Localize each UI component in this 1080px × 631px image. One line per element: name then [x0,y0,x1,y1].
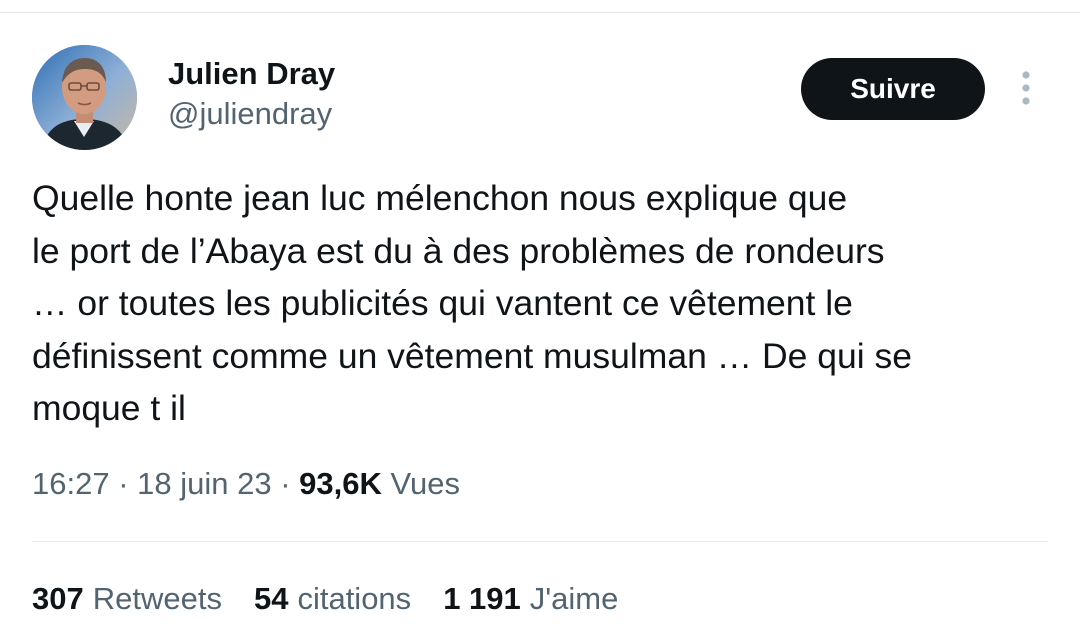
likes-stat[interactable]: 1 191 J'aime [443,581,618,617]
stats-divider [32,541,1048,542]
retweets-label: Retweets [92,581,222,616]
views-label-text: Vues [390,466,461,501]
likes-count: 1 191 [443,581,521,616]
avatar-image [32,45,137,150]
tweet-meta: 16:27 · 18 juin 23 · 93,6K Vues [32,466,460,502]
user-handle[interactable]: @juliendray [168,96,332,132]
tweet-date[interactable]: 18 juin 23 [137,466,271,501]
tweet-text: Quelle honte jean luc mélenchon nous exp… [32,178,913,428]
views-count: 93,6K [299,466,382,501]
more-vertical-icon[interactable] [1013,70,1039,108]
quotes-stat[interactable]: 54 citations [254,581,411,617]
retweets-count: 307 [32,581,84,616]
follow-button[interactable]: Suivre [801,58,985,120]
top-divider [0,12,1080,13]
retweets-stat[interactable]: 307 Retweets [32,581,222,617]
meta-separator: · [271,466,300,501]
likes-label: J'aime [529,581,619,616]
meta-separator: · [109,466,138,501]
quotes-count: 54 [253,581,289,616]
engagement-stats: 307 Retweets 54 citations 1 191 J'aime [32,581,650,617]
display-name[interactable]: Julien Dray [168,56,335,92]
tweet-time[interactable]: 16:27 [32,466,110,501]
avatar[interactable] [32,45,137,150]
quotes-label: citations [297,581,412,616]
views-label: Vues [382,466,461,501]
